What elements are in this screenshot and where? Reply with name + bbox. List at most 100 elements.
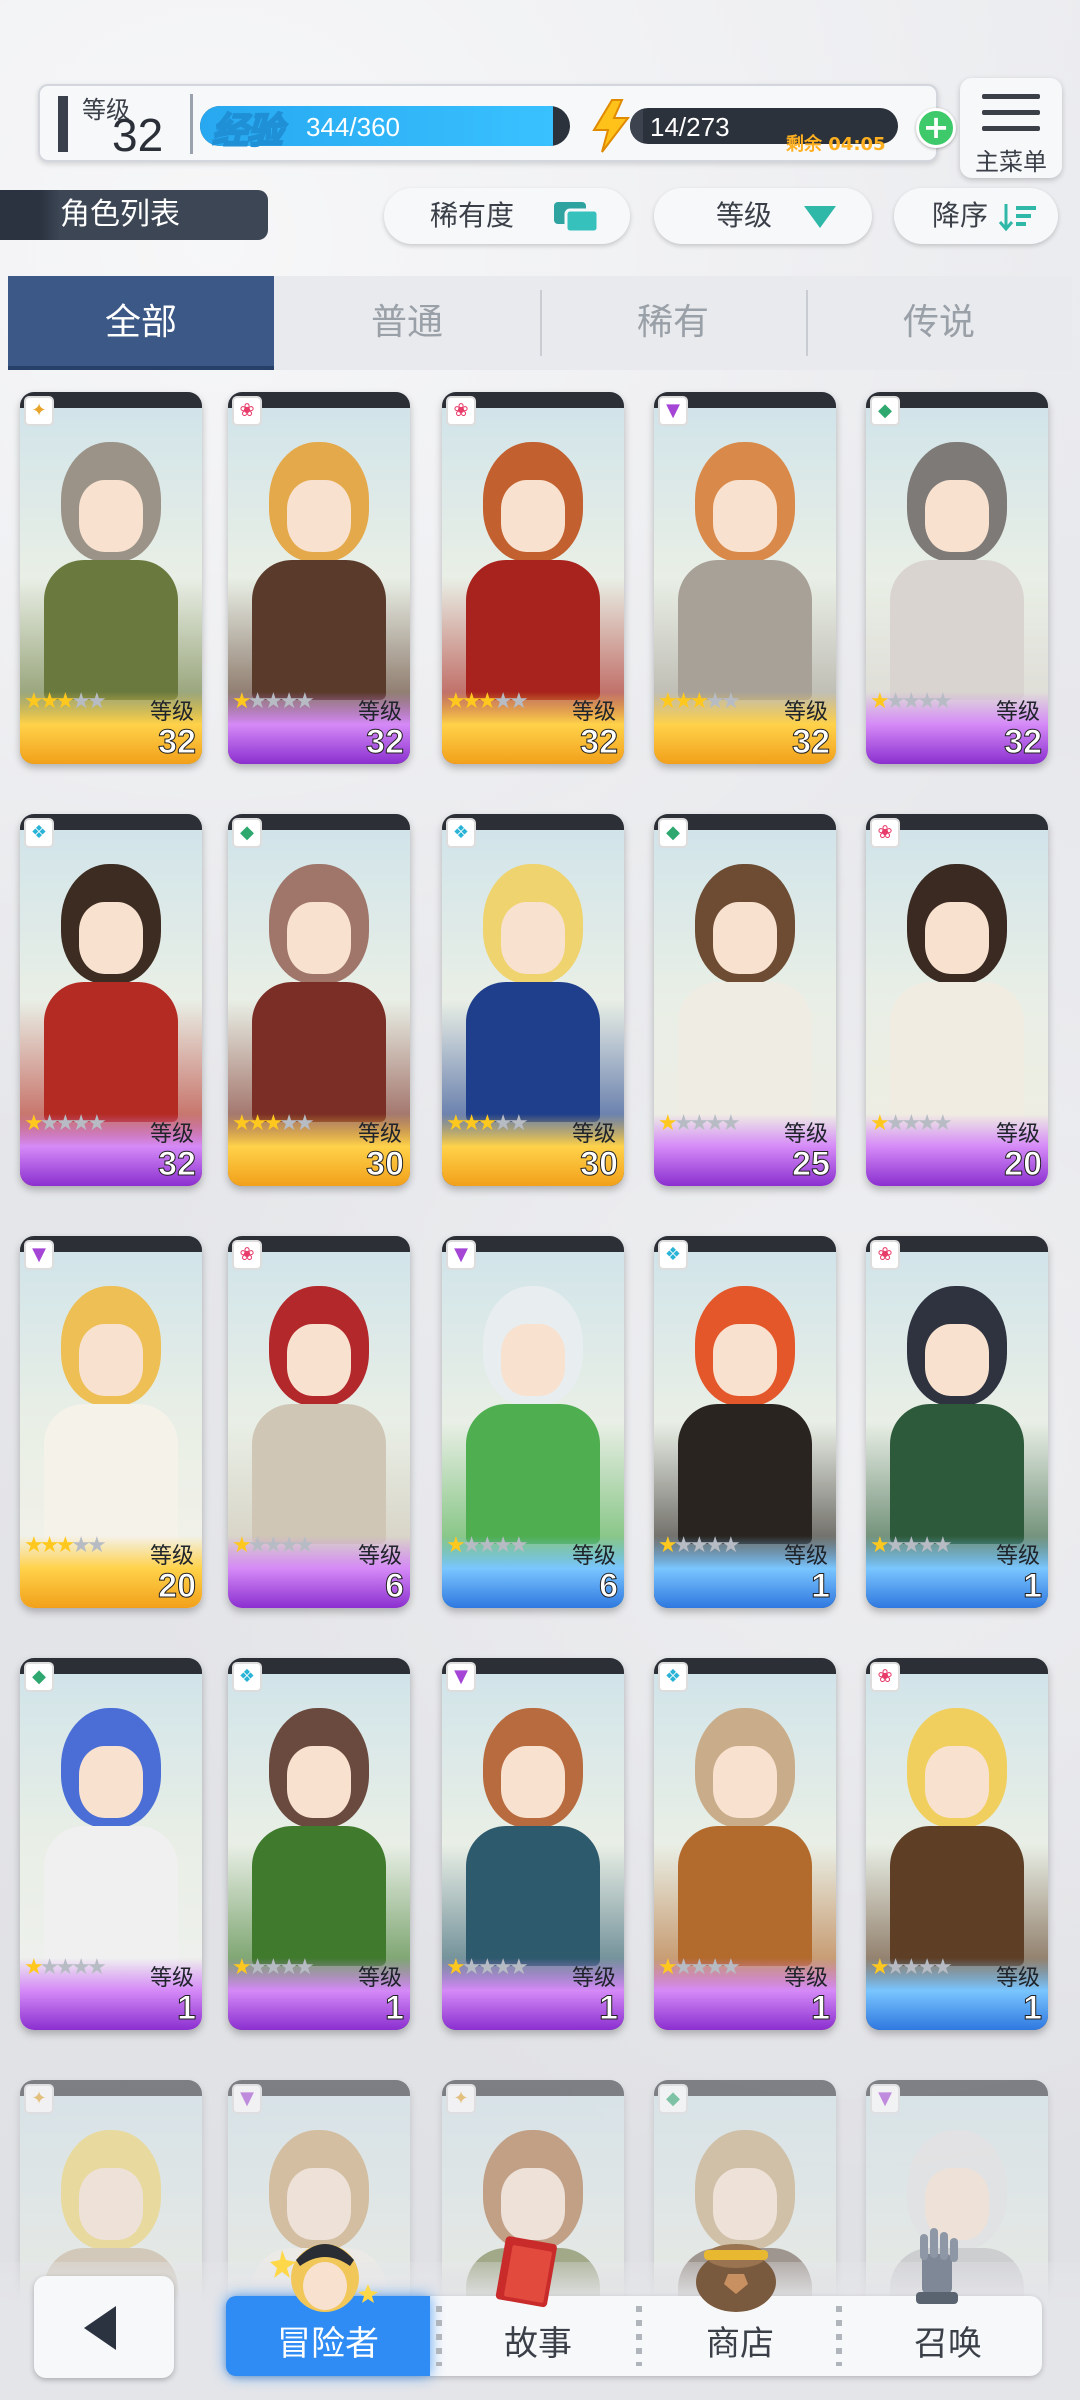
star-icon: ★ (901, 1111, 921, 1136)
adventurer-avatar-icon (270, 2244, 378, 2312)
character-card[interactable]: ❀ ★★★★★ 等级 1 (866, 1236, 1048, 1608)
character-card[interactable]: ▼ ★★★★★ 等级 1 (442, 1658, 624, 2030)
character-card[interactable]: ❖ ★★★★★ 等级 1 (654, 1236, 836, 1608)
dark-element-icon: ▼ (870, 2084, 900, 2114)
star-icon: ★ (263, 1111, 283, 1136)
star-icon: ★ (39, 689, 60, 714)
shop-bag-icon (696, 2244, 776, 2312)
star-rating: ★★★★★ (446, 1955, 529, 1980)
triangle-left-icon (84, 2306, 116, 2350)
nav-divider (836, 2306, 842, 2366)
card-level-label: 等级 (783, 1544, 828, 1569)
card-level-value: 32 (158, 1145, 197, 1184)
earth-element-icon: ✦ (24, 396, 54, 426)
star-icon: ★ (673, 1111, 694, 1136)
character-card[interactable]: ❖ ★★★★★ 等级 32 (20, 814, 202, 1186)
wind-element-icon: ◆ (870, 396, 900, 426)
star-icon: ★ (673, 1533, 694, 1558)
main-menu-button[interactable]: 主菜单 (960, 78, 1062, 178)
water-element-icon: ❖ (24, 818, 54, 848)
character-card[interactable]: ◆ ★★★★★ 等级 30 (228, 814, 410, 1186)
star-icon: ★ (932, 1111, 953, 1136)
character-face (287, 902, 351, 974)
star-icon: ★ (24, 1955, 44, 1980)
wind-element-icon: ◆ (658, 2084, 688, 2114)
star-icon: ★ (477, 1111, 497, 1136)
add-stamina-button[interactable]: + (916, 108, 956, 148)
star-rating: ★★★★★ (24, 1111, 107, 1136)
star-icon: ★ (870, 689, 890, 714)
character-face (79, 1746, 143, 1818)
star-icon: ★ (39, 1533, 60, 1558)
tab-legendary[interactable]: 传说 (806, 276, 1072, 370)
star-icon: ★ (232, 1533, 252, 1558)
star-icon: ★ (870, 1111, 890, 1136)
tab-common[interactable]: 普通 (274, 276, 540, 370)
character-card[interactable]: ❖ ★★★★★ 等级 1 (228, 1658, 410, 2030)
character-card[interactable]: ❀ ★★★★★ 等级 1 (866, 1658, 1048, 2030)
character-card[interactable]: ❖ ★★★★★ 等级 30 (442, 814, 624, 1186)
character-card[interactable]: ▼ ★★★★★ 等级 20 (20, 1236, 202, 1608)
order-toggle-button[interactable]: 降序 (894, 188, 1058, 244)
card-level-value: 1 (1023, 1989, 1043, 2028)
character-card[interactable]: ◆ ★★★★★ 等级 1 (20, 1658, 202, 2030)
tab-rare[interactable]: 稀有 (540, 276, 806, 370)
character-card[interactable]: ❀ ★★★★★ 等级 32 (442, 392, 624, 764)
exp-value: 344/360 (306, 112, 400, 142)
level-stripe (58, 96, 68, 152)
character-card[interactable]: ❀ ★★★★★ 等级 20 (866, 814, 1048, 1186)
character-outfit (252, 982, 386, 1122)
tab-all[interactable]: 全部 (8, 276, 274, 370)
star-rating: ★★★★★ (870, 1955, 953, 1980)
character-card[interactable]: ❀ ★★★★★ 等级 6 (228, 1236, 410, 1608)
nav-label-adventurers: 冒险者 (277, 2324, 379, 2364)
star-icon: ★ (901, 1533, 921, 1558)
character-face (713, 1746, 777, 1818)
star-icon: ★ (689, 1533, 709, 1558)
star-icon: ★ (232, 689, 252, 714)
water-element-icon: ❖ (658, 1662, 688, 1692)
star-icon: ★ (508, 1111, 529, 1136)
character-card[interactable]: ✦ ★★★★★ 等级 32 (20, 392, 202, 764)
star-icon: ★ (885, 1955, 906, 1980)
back-button[interactable] (34, 2276, 174, 2378)
star-icon: ★ (263, 1955, 283, 1980)
nav-label-shop: 商店 (706, 2324, 774, 2364)
character-face (713, 1324, 777, 1396)
star-icon: ★ (705, 1111, 725, 1136)
level-sort-button[interactable]: 等级 (654, 188, 872, 244)
star-icon: ★ (885, 689, 906, 714)
star-icon: ★ (658, 1533, 678, 1558)
character-face (501, 1324, 565, 1396)
card-level-label: 等级 (357, 1544, 402, 1569)
character-card[interactable]: ▼ ★★★★★ 等级 6 (442, 1236, 624, 1608)
rarity-filter-button[interactable]: 稀有度 (384, 188, 630, 244)
character-outfit (466, 560, 600, 700)
star-icon: ★ (446, 1111, 466, 1136)
character-outfit (890, 560, 1024, 700)
menu-icon-line (982, 94, 1040, 99)
star-icon: ★ (279, 1533, 299, 1558)
star-icon: ★ (720, 1111, 741, 1136)
star-icon: ★ (279, 689, 299, 714)
character-card[interactable]: ❖ ★★★★★ 等级 1 (654, 1658, 836, 2030)
star-icon: ★ (705, 1955, 725, 1980)
star-icon: ★ (24, 689, 44, 714)
water-element-icon: ❖ (232, 1662, 262, 1692)
fire-element-icon: ❀ (870, 818, 900, 848)
water-element-icon: ❖ (658, 1240, 688, 1270)
character-card[interactable]: ◆ ★★★★★ 等级 32 (866, 392, 1048, 764)
character-card[interactable]: ▼ ★★★★★ 等级 32 (654, 392, 836, 764)
character-outfit (44, 560, 178, 700)
character-outfit (678, 982, 812, 1122)
star-icon: ★ (493, 689, 513, 714)
star-icon: ★ (493, 1111, 513, 1136)
menu-icon-line (982, 110, 1040, 115)
character-face (79, 480, 143, 552)
card-level-label: 等级 (357, 1122, 402, 1147)
character-card[interactable]: ◆ ★★★★★ 等级 25 (654, 814, 836, 1186)
wind-element-icon: ◆ (658, 818, 688, 848)
character-card[interactable]: ❀ ★★★★★ 等级 32 (228, 392, 410, 764)
card-level-label: 等级 (571, 700, 616, 725)
dark-element-icon: ▼ (232, 2084, 262, 2114)
